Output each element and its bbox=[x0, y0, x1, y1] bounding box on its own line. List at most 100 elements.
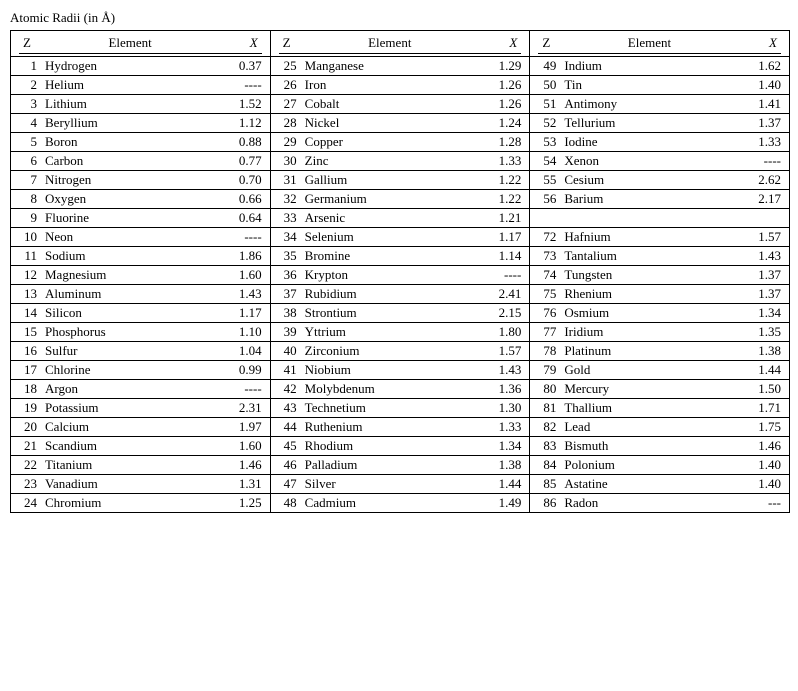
x-val: 1.43 bbox=[230, 285, 270, 303]
z-val: 86 bbox=[530, 494, 560, 512]
elem-val: Sodium bbox=[41, 247, 230, 265]
elem-val: Bromine bbox=[301, 247, 490, 265]
col2-x-header: X bbox=[471, 33, 521, 54]
x-val: 1.22 bbox=[489, 171, 529, 189]
table-row: 4 Beryllium 1.12 28 Nickel 1.24 52 Tellu… bbox=[11, 114, 790, 133]
z-val: 40 bbox=[271, 342, 301, 360]
z-val: 50 bbox=[530, 76, 560, 94]
elem-val: Silver bbox=[301, 475, 490, 493]
elem-val: Krypton bbox=[301, 266, 490, 284]
elem-val: Vanadium bbox=[41, 475, 230, 493]
z-val: 83 bbox=[530, 437, 560, 455]
x-val: 1.49 bbox=[489, 494, 529, 512]
x-val: 1.14 bbox=[489, 247, 529, 265]
z-val: 26 bbox=[271, 76, 301, 94]
x-val: 1.31 bbox=[230, 475, 270, 493]
z-val: 29 bbox=[271, 133, 301, 151]
elem-val: Technetium bbox=[301, 399, 490, 417]
elem-val: Gold bbox=[560, 361, 749, 379]
z-val: 22 bbox=[11, 456, 41, 474]
table-row: 22 Titanium 1.46 46 Palladium 1.38 84 Po… bbox=[11, 456, 790, 475]
z-val: 53 bbox=[530, 133, 560, 151]
z-val: 17 bbox=[11, 361, 41, 379]
elem-val: Lithium bbox=[41, 95, 230, 113]
table-row: 1 Hydrogen 0.37 25 Manganese 1.29 49 Ind… bbox=[11, 57, 790, 76]
elem-val: Rhodium bbox=[301, 437, 490, 455]
table-row: 12 Magnesium 1.60 36 Krypton ---- 74 Tun… bbox=[11, 266, 790, 285]
z-val: 30 bbox=[271, 152, 301, 170]
x-val: 1.75 bbox=[749, 418, 789, 436]
elem-val: Tantalium bbox=[560, 247, 749, 265]
elem-val: Strontium bbox=[301, 304, 490, 322]
x-val: 1.17 bbox=[489, 228, 529, 246]
elem-val: Barium bbox=[560, 190, 749, 208]
z-val: 4 bbox=[11, 114, 41, 132]
x-val: ---- bbox=[230, 76, 270, 94]
z-val: 54 bbox=[530, 152, 560, 170]
elem-val: Tin bbox=[560, 76, 749, 94]
z-val: 46 bbox=[271, 456, 301, 474]
elem-val: Phosphorus bbox=[41, 323, 230, 341]
z-val: 85 bbox=[530, 475, 560, 493]
z-val: 25 bbox=[271, 57, 301, 75]
x-val: 1.33 bbox=[749, 133, 789, 151]
z-val: 55 bbox=[530, 171, 560, 189]
z-val: 51 bbox=[530, 95, 560, 113]
z-val: 73 bbox=[530, 247, 560, 265]
x-val bbox=[749, 209, 789, 211]
x-val: 1.57 bbox=[489, 342, 529, 360]
z-val: 77 bbox=[530, 323, 560, 341]
main-table: Z Element X Z Element X bbox=[10, 30, 790, 513]
elem-val: Thallium bbox=[560, 399, 749, 417]
z-val: 8 bbox=[11, 190, 41, 208]
elem-val: Rubidium bbox=[301, 285, 490, 303]
x-val: 1.46 bbox=[230, 456, 270, 474]
x-val: ---- bbox=[230, 228, 270, 246]
x-val: 1.30 bbox=[489, 399, 529, 417]
elem-val: Lead bbox=[560, 418, 749, 436]
z-val: 14 bbox=[11, 304, 41, 322]
elem-val: Yttrium bbox=[301, 323, 490, 341]
col2-z-header: Z bbox=[279, 33, 309, 54]
z-val: 35 bbox=[271, 247, 301, 265]
col2-element-header: Element bbox=[309, 33, 471, 54]
z-val: 28 bbox=[271, 114, 301, 132]
elem-val: Ruthenium bbox=[301, 418, 490, 436]
z-val: 42 bbox=[271, 380, 301, 398]
z-val: 49 bbox=[530, 57, 560, 75]
x-val: 1.36 bbox=[489, 380, 529, 398]
x-val: 0.70 bbox=[230, 171, 270, 189]
z-val: 72 bbox=[530, 228, 560, 246]
x-val: 1.41 bbox=[749, 95, 789, 113]
x-val: 1.24 bbox=[489, 114, 529, 132]
elem-val bbox=[560, 209, 749, 211]
elem-val: Germanium bbox=[301, 190, 490, 208]
elem-val: Xenon bbox=[560, 152, 749, 170]
z-val: 44 bbox=[271, 418, 301, 436]
x-val: 1.44 bbox=[489, 475, 529, 493]
table-row: 8 Oxygen 0.66 32 Germanium 1.22 56 Bariu… bbox=[11, 190, 790, 209]
elem-val: Carbon bbox=[41, 152, 230, 170]
col3-element-header: Element bbox=[568, 33, 730, 54]
z-val: 56 bbox=[530, 190, 560, 208]
x-val: 0.66 bbox=[230, 190, 270, 208]
elem-val: Helium bbox=[41, 76, 230, 94]
x-val: 1.43 bbox=[489, 361, 529, 379]
x-val: 1.37 bbox=[749, 114, 789, 132]
elem-val: Manganese bbox=[301, 57, 490, 75]
table-row: 23 Vanadium 1.31 47 Silver 1.44 85 Astat… bbox=[11, 475, 790, 494]
elem-val: Bismuth bbox=[560, 437, 749, 455]
x-val: 1.04 bbox=[230, 342, 270, 360]
x-val: 1.40 bbox=[749, 475, 789, 493]
elem-val: Tellurium bbox=[560, 114, 749, 132]
x-val: 1.29 bbox=[489, 57, 529, 75]
elem-val: Platinum bbox=[560, 342, 749, 360]
table-row: 6 Carbon 0.77 30 Zinc 1.33 54 Xenon bbox=[11, 152, 790, 171]
z-val: 34 bbox=[271, 228, 301, 246]
elem-val: Tungsten bbox=[560, 266, 749, 284]
table-row: 11 Sodium 1.86 35 Bromine 1.14 73 Tantal… bbox=[11, 247, 790, 266]
elem-val: Copper bbox=[301, 133, 490, 151]
x-val: 2.17 bbox=[749, 190, 789, 208]
z-val: 47 bbox=[271, 475, 301, 493]
col1-x-header: X bbox=[211, 33, 261, 54]
